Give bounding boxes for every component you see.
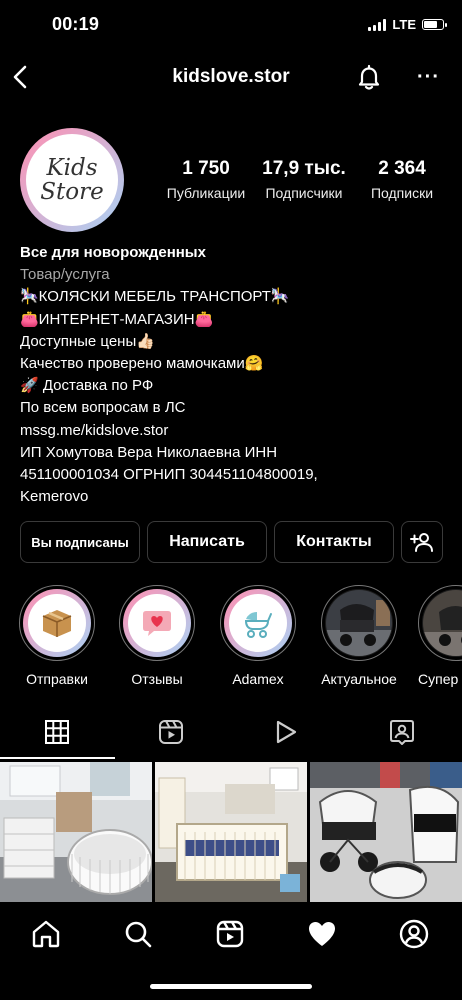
grid-icon [45, 720, 69, 744]
avatar-logo-line1: Kids [46, 155, 98, 181]
stroller-photo [423, 590, 462, 656]
stroller-icon [244, 612, 272, 638]
add-user-button[interactable] [401, 521, 443, 563]
tab-grid[interactable] [43, 718, 73, 748]
bio-line: 🎠КОЛЯСКИ МЕБЕЛЬ ТРАНСПОРТ🎠 [20, 288, 290, 306]
add-user-icon [410, 533, 433, 552]
subscribed-button[interactable]: Вы подписаны [20, 521, 140, 563]
battery-icon [422, 19, 447, 30]
highlight-label: Актуальное [321, 671, 397, 687]
home-icon [32, 920, 60, 948]
signal-icon [368, 18, 387, 31]
stat-following-value: 2 364 [378, 158, 426, 179]
post-thumbnail[interactable] [155, 762, 307, 902]
highlight-otpravki[interactable]: Отправки [17, 585, 97, 687]
bio: Все для новорожденных Товар/услуга 🎠КОЛЯ… [20, 242, 450, 508]
post-thumbnail[interactable] [0, 762, 152, 902]
highlight-otzyvy[interactable]: Отзывы [117, 585, 197, 687]
message-button[interactable]: Написать [147, 521, 267, 563]
bell-icon[interactable] [355, 63, 383, 91]
more-options-icon[interactable]: ··· [417, 67, 440, 87]
highlight-adamex[interactable]: Adamex [218, 585, 298, 687]
bio-link[interactable]: mssg.me/kidslove.stor [20, 420, 450, 442]
contacts-button[interactable]: Контакты [274, 521, 394, 563]
highlight-label: Супер [418, 671, 459, 687]
bio-location[interactable]: Kemerovo [20, 486, 450, 508]
highlight-label: Adamex [232, 671, 284, 687]
heart-chat-icon [143, 611, 171, 636]
highlight-aktualnoe[interactable]: Актуальное [319, 585, 399, 687]
bio-category: Товар/услуга [20, 266, 110, 284]
bio-line: По всем вопросам в ЛС [20, 399, 186, 417]
play-icon [276, 720, 297, 744]
tab-tagged[interactable] [388, 718, 418, 748]
nav-activity[interactable] [306, 918, 338, 950]
nav-profile[interactable] [398, 918, 430, 950]
home-indicator [150, 984, 312, 989]
stat-posts-label: Публикации [166, 185, 246, 201]
network-label: LTE [392, 17, 416, 32]
heart-icon [309, 922, 335, 946]
profile-username: kidslove.stor [172, 66, 290, 87]
avatar[interactable]: Kids Store [20, 128, 124, 232]
stat-posts[interactable]: 1 750 Публикации [160, 158, 252, 201]
profile-icon [399, 919, 429, 949]
nav-home[interactable] [30, 918, 62, 950]
tagged-icon [390, 720, 414, 745]
search-icon [125, 921, 152, 948]
box-icon [42, 610, 72, 637]
avatar-logo-line2: Store [40, 179, 104, 205]
bio-line: Качество проверено мамочками🤗 [20, 355, 264, 373]
bio-line: ИП Хомутова Вера Николаевна ИНН [20, 443, 278, 461]
reels-icon [159, 720, 183, 744]
stat-following[interactable]: 2 364 Подписки [356, 158, 448, 201]
nav-search[interactable] [122, 918, 154, 950]
status-time: 00:19 [52, 14, 100, 34]
status-indicators: LTE [368, 17, 447, 32]
stat-followers[interactable]: 17,9 тыс. Подписчики [258, 158, 350, 201]
stat-followers-label: Подписчики [265, 185, 343, 201]
bio-line: 451100001034 ОГРНИП 304451104800019, [20, 466, 318, 484]
post-thumbnail[interactable] [310, 762, 462, 902]
bio-line: Доступные цены👍🏻 [20, 332, 155, 350]
highlight-super[interactable]: Супер [418, 585, 462, 687]
reels-icon [216, 920, 244, 948]
bio-line: 🚀 Доставка по РФ [20, 377, 154, 395]
active-tab-indicator [0, 757, 115, 759]
highlight-label: Отзывы [131, 671, 183, 687]
stat-posts-value: 1 750 [182, 158, 230, 179]
bio-name: Все для новорожденных [20, 244, 206, 261]
tab-videos[interactable] [271, 718, 301, 748]
highlight-label: Отправки [26, 671, 88, 687]
stat-following-label: Подписки [370, 185, 434, 201]
stroller-photo [326, 590, 392, 656]
nav-reels[interactable] [214, 918, 246, 950]
stat-followers-value: 17,9 тыс. [262, 158, 346, 179]
bio-line: 👛ИНТЕРНЕТ-МАГАЗИН👛 [20, 310, 214, 328]
tab-reels[interactable] [157, 718, 187, 748]
